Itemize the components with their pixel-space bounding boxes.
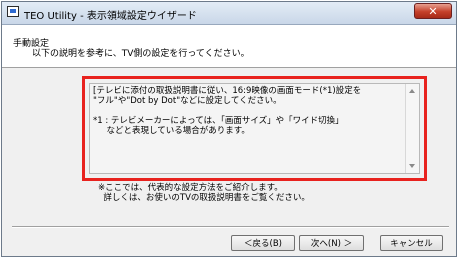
scroll-down-icon[interactable] <box>409 164 415 168</box>
highlight-frame: [テレビに添付の取扱説明書に従い、16:9映像の画面モード(*1)設定を "フル… <box>82 76 427 181</box>
textbox-scrollbar[interactable] <box>405 84 419 173</box>
note-text: ※ここでは、代表的な設定方法をご紹介します。 詳しくは、お使いのTVの取扱説明書… <box>98 183 310 203</box>
instructions-text: [テレビに添付の取扱説明書に従い、16:9映像の画面モード(*1)設定を "フル… <box>93 86 362 136</box>
title-bar[interactable]: TEO Utility - 表示領域設定ウイザード ✕ <box>2 2 456 25</box>
next-button[interactable]: 次へ(N) ＞ <box>299 235 364 251</box>
header-panel: 手動設定 以下の説明を参考に、TV側の設定を行ってください。 <box>2 25 456 68</box>
back-button[interactable]: ＜戻る(B) <box>231 235 295 251</box>
scroll-up-icon[interactable] <box>409 89 415 93</box>
close-icon: ✕ <box>428 4 438 18</box>
app-window-icon <box>7 6 19 17</box>
wizard-window: TEO Utility - 表示領域設定ウイザード ✕ 手動設定 以下の説明を参… <box>1 1 457 257</box>
page-subheading: 以下の説明を参考に、TV側の設定を行ってください。 <box>32 49 250 59</box>
window-title: TEO Utility - 表示領域設定ウイザード <box>24 11 197 22</box>
separator <box>12 226 449 228</box>
instructions-textbox[interactable]: [テレビに添付の取扱説明書に従い、16:9映像の画面モード(*1)設定を "フル… <box>89 83 420 174</box>
cancel-button[interactable]: キャンセル <box>380 235 443 251</box>
close-button[interactable]: ✕ <box>414 3 452 19</box>
